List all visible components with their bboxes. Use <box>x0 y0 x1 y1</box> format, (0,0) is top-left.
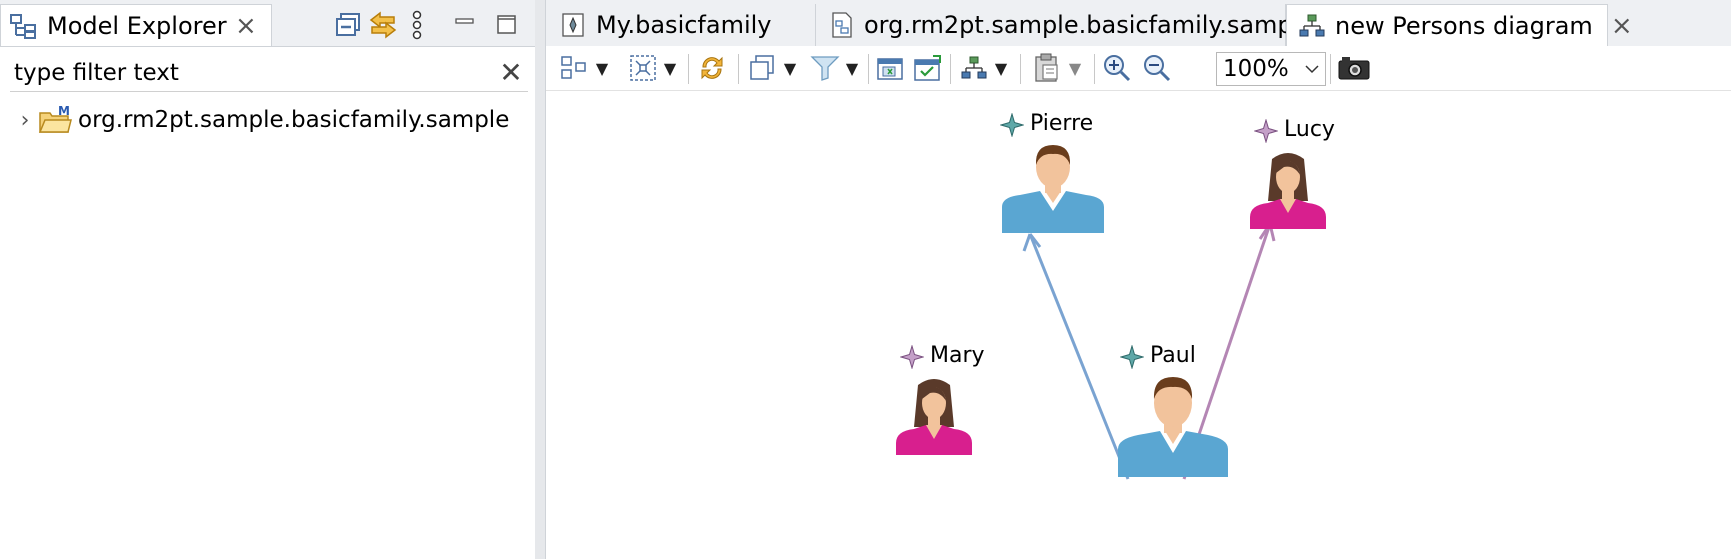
toolbar-separator <box>950 54 951 84</box>
zoom-in-button[interactable] <box>1098 52 1136 84</box>
dropdown-arrow-icon[interactable]: ▼ <box>846 59 858 78</box>
minimize-icon[interactable] <box>450 6 480 40</box>
person-name: Pierre <box>1030 111 1094 136</box>
dropdown-arrow-icon[interactable]: ▼ <box>596 59 608 78</box>
collapse-all-icon[interactable] <box>333 8 363 42</box>
person-node-pierre[interactable]: Pierre <box>996 109 1106 239</box>
toolbar-separator <box>868 54 869 84</box>
refresh-button[interactable] <box>692 52 732 84</box>
diagram-icon <box>1299 13 1325 39</box>
model-explorer-panel: Model Explorer × ✕ › <box>0 0 535 559</box>
export-image-button[interactable] <box>1334 52 1374 84</box>
toolbar-separator <box>688 54 689 84</box>
paste-format-button[interactable]: ▼ <box>1024 52 1090 84</box>
close-icon[interactable]: × <box>235 5 257 47</box>
arrange-selection-button[interactable]: ▼ <box>554 52 614 84</box>
zoom-in-icon <box>1102 53 1132 83</box>
tab-label: org.rm2pt.sample.basicfamily.sample <box>864 11 1315 39</box>
modeling-project-icon: M <box>38 105 72 135</box>
maximize-icon[interactable] <box>492 8 522 42</box>
family-model-icon <box>560 11 586 39</box>
toolbar-separator <box>1330 54 1331 84</box>
new-diagram-button[interactable]: ▼ <box>954 52 1014 84</box>
zoom-out-icon <box>1142 53 1172 83</box>
panel-splitter[interactable] <box>535 0 545 559</box>
woman-marker-icon <box>1253 118 1279 147</box>
toolbar-separator <box>738 54 739 84</box>
person-name: Lucy <box>1284 117 1335 142</box>
person-name: Mary <box>930 343 985 368</box>
clipboard-icon <box>1033 53 1061 83</box>
filters-button[interactable]: ▼ <box>804 52 864 84</box>
tab-label: new Persons diagram <box>1335 11 1593 40</box>
person-name: Paul <box>1150 343 1196 368</box>
arrange-icon <box>560 55 588 81</box>
chevron-down-icon <box>1305 64 1319 74</box>
link-with-editor-icon[interactable] <box>368 8 398 42</box>
dropdown-arrow-icon[interactable]: ▼ <box>995 59 1007 78</box>
person-node-lucy[interactable]: Lucy <box>1250 113 1360 243</box>
dropdown-arrow-icon[interactable]: ▼ <box>1069 59 1081 78</box>
woman-avatar-icon <box>896 377 972 459</box>
camera-icon <box>1337 55 1371 81</box>
zoom-combo[interactable]: 100% <box>1216 52 1326 86</box>
diagram-canvas[interactable]: Pierre Lucy Mary Paul <box>546 91 1731 559</box>
filter-input[interactable] <box>10 54 528 92</box>
filter-icon <box>810 54 840 82</box>
select-all-icon <box>628 53 658 83</box>
clear-filter-icon[interactable]: ✕ <box>494 56 528 90</box>
tree-item[interactable]: › M org.rm2pt.sample.basicfamily.sample <box>12 100 510 140</box>
pin-elements-icon <box>876 55 904 81</box>
model-explorer-icon <box>9 13 39 43</box>
diagram-toolbar: ▼ ▼ ▼ ▼ ▼ ▼ 100% <box>546 46 1731 91</box>
view-menu-icon[interactable] <box>402 8 432 42</box>
zoom-out-button[interactable] <box>1138 52 1176 84</box>
man-marker-icon <box>1119 344 1145 373</box>
dropdown-arrow-icon[interactable]: ▼ <box>784 59 796 78</box>
diagram-edges <box>1022 223 1276 480</box>
tab-sample-representations[interactable]: org.rm2pt.sample.basicfamily.sample <box>816 4 1314 46</box>
tab-label: My.basicfamily <box>596 11 772 39</box>
woman-marker-icon <box>899 344 925 373</box>
man-avatar-icon <box>1002 145 1104 237</box>
svg-text:M: M <box>58 105 70 118</box>
editor-area: My.basicfamily org.rm2pt.sample.basicfam… <box>545 0 1731 559</box>
zoom-value: 100% <box>1223 56 1289 82</box>
tab-new-persons-diagram[interactable]: new Persons diagram × <box>1286 4 1633 46</box>
chevron-right-icon[interactable]: › <box>12 108 38 133</box>
pin-button[interactable] <box>872 52 908 84</box>
refresh-icon <box>697 53 727 83</box>
toolbar-separator <box>1094 54 1095 84</box>
toolbar-separator <box>1020 54 1021 84</box>
tree-item-label: org.rm2pt.sample.basicfamily.sample <box>78 107 510 133</box>
model-explorer-tab[interactable]: Model Explorer × <box>0 4 272 46</box>
validate-button[interactable] <box>910 52 946 84</box>
person-node-paul[interactable]: Paul <box>1116 341 1228 481</box>
representation-file-icon <box>830 11 854 39</box>
man-avatar-icon <box>1118 377 1228 481</box>
close-icon[interactable]: × <box>1611 5 1633 47</box>
validate-icon <box>913 54 943 82</box>
layers-icon <box>748 54 776 82</box>
model-explorer-title: Model Explorer <box>47 12 227 40</box>
person-node-mary[interactable]: Mary <box>896 341 1006 471</box>
hierarchy-icon <box>961 55 987 81</box>
dropdown-arrow-icon[interactable]: ▼ <box>664 59 676 78</box>
man-marker-icon <box>999 112 1025 141</box>
select-all-button[interactable]: ▼ <box>622 52 682 84</box>
woman-avatar-icon <box>1250 151 1326 233</box>
layers-button[interactable]: ▼ <box>742 52 802 84</box>
tab-my-basicfamily[interactable]: My.basicfamily <box>546 4 816 46</box>
